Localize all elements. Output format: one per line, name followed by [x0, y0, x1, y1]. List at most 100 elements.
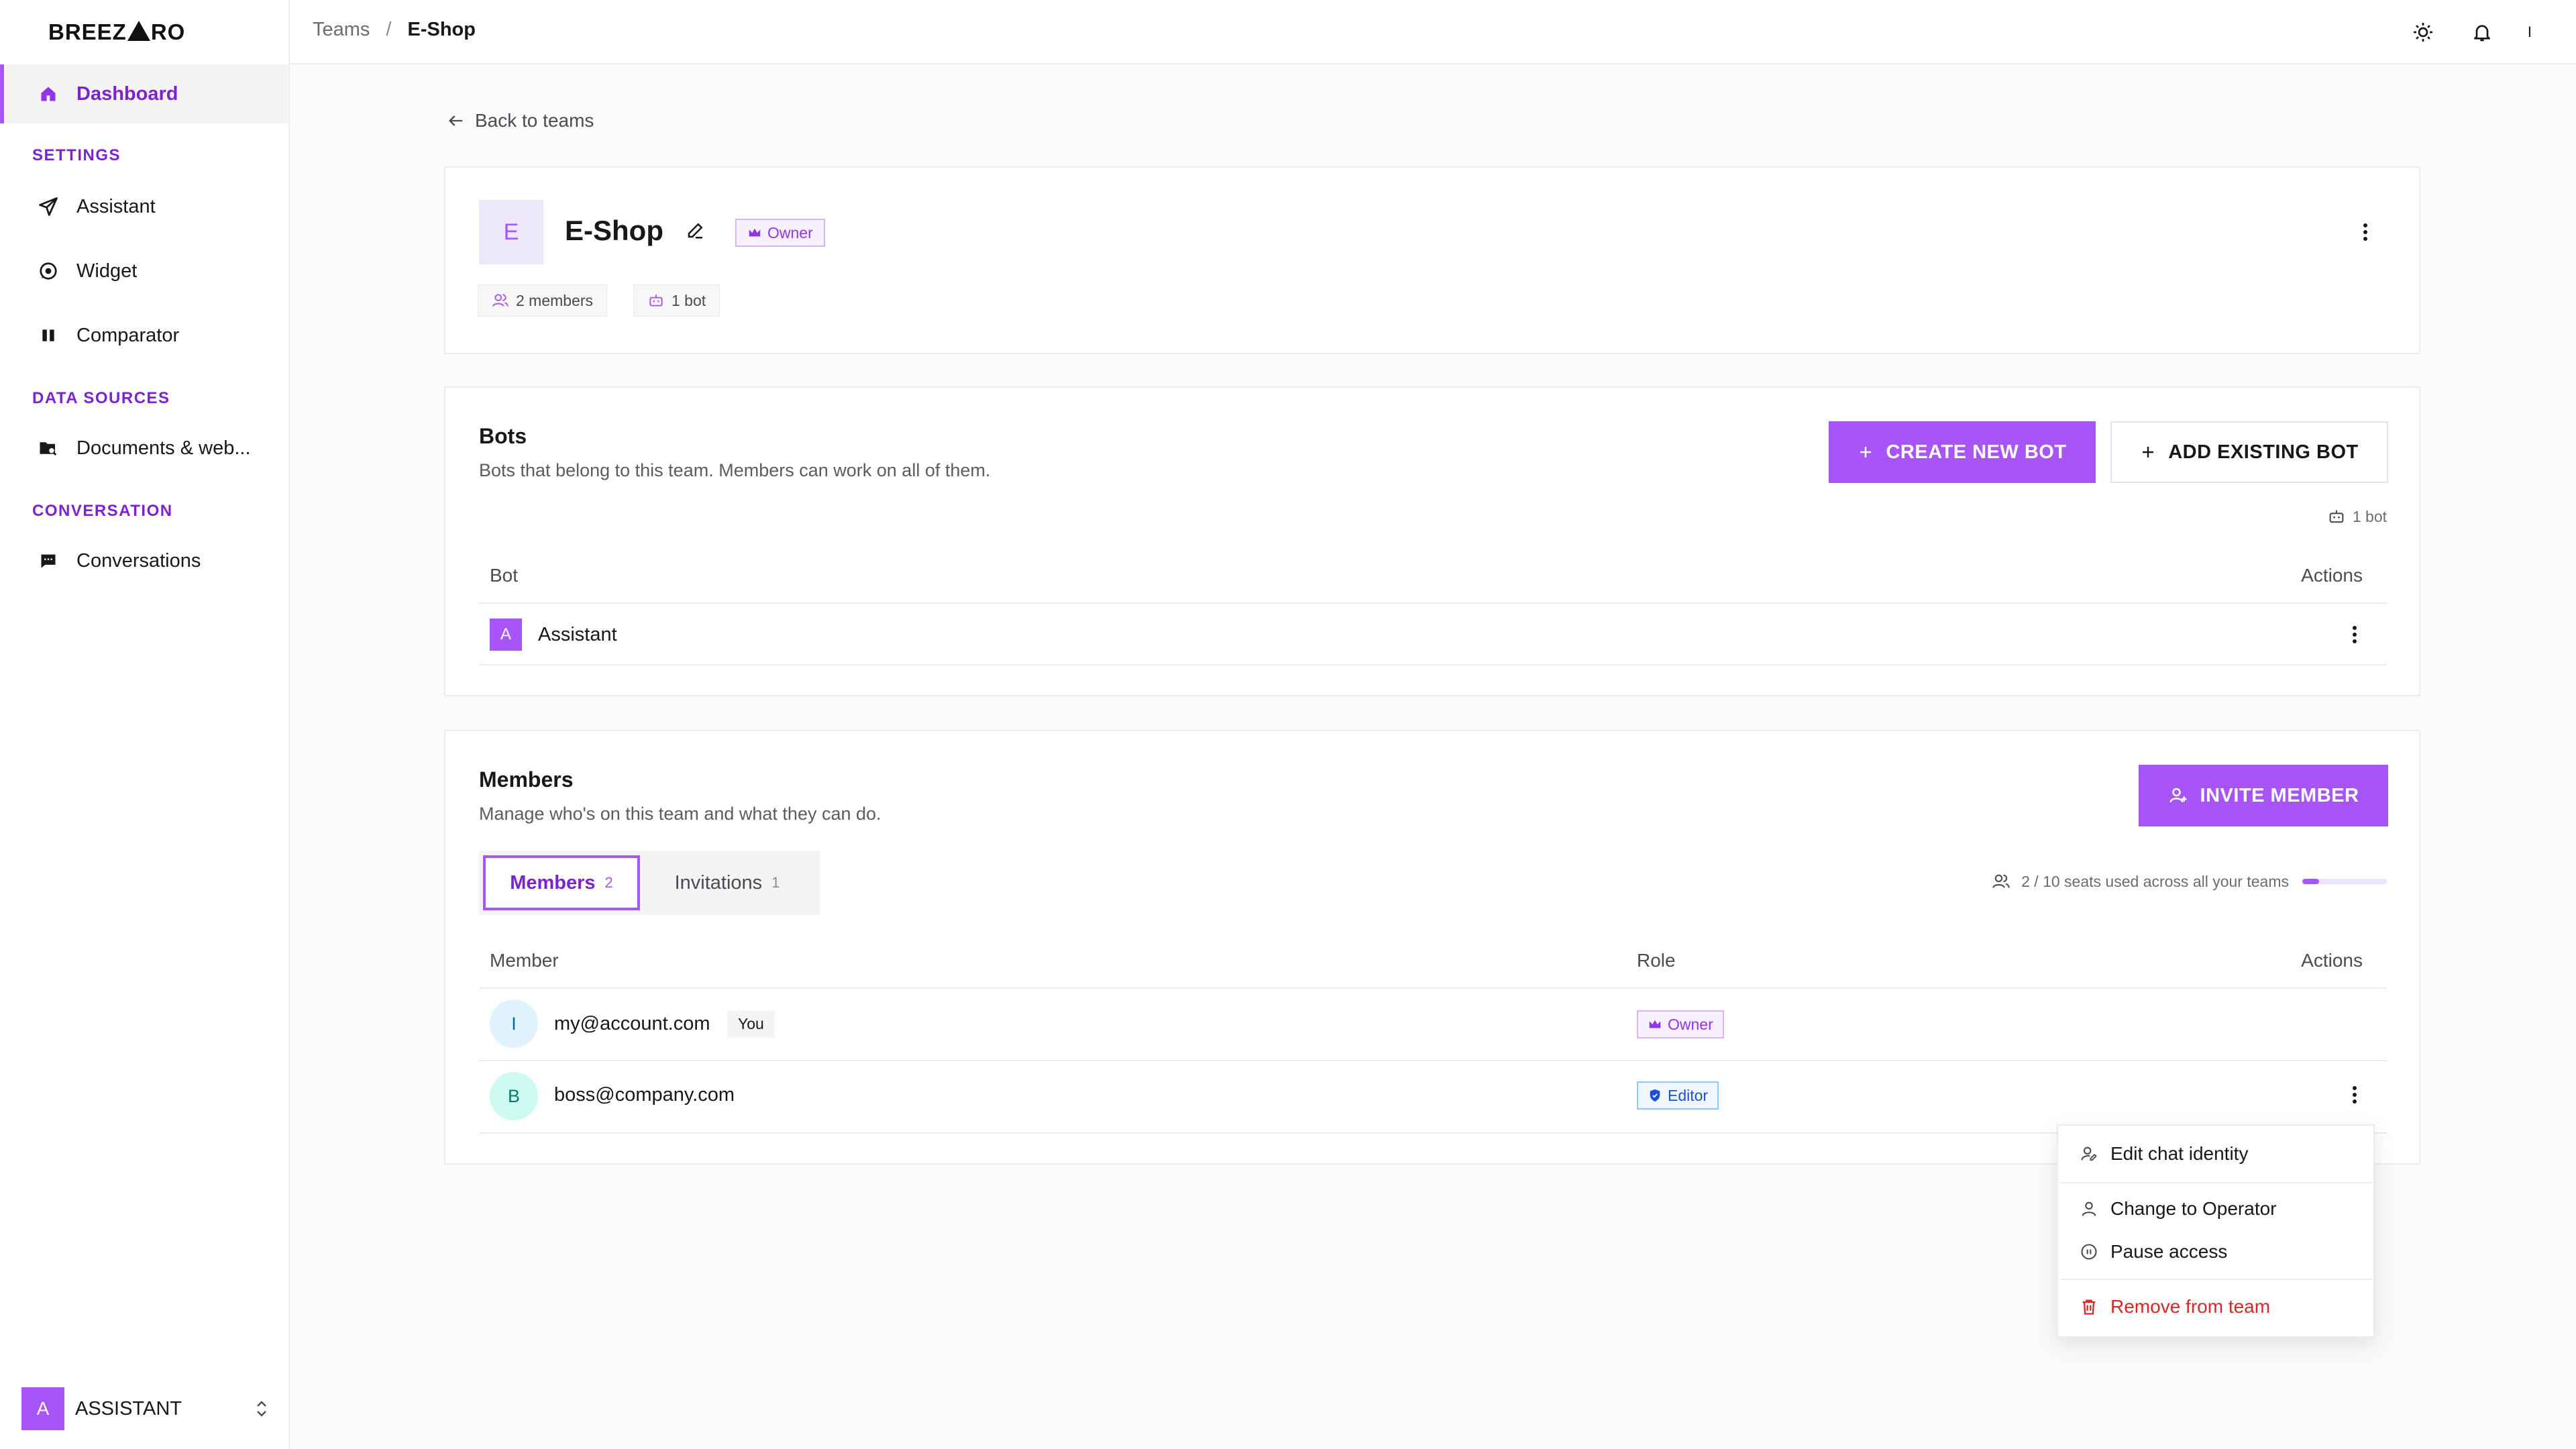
- role-label: Owner: [1668, 1015, 1713, 1033]
- team-more-icon[interactable]: [2352, 219, 2379, 246]
- you-badge: You: [727, 1010, 775, 1037]
- member-email: boss@company.com: [554, 1084, 735, 1106]
- invite-member-button[interactable]: INVITE MEMBER: [2139, 765, 2388, 826]
- sidebar-section-conversation: CONVERSATION: [32, 502, 173, 520]
- sidebar-section-settings: SETTINGS: [32, 146, 121, 164]
- col-header-actions: Actions: [2301, 565, 2363, 586]
- trash-icon: [2080, 1297, 2110, 1316]
- workspace-switcher[interactable]: A ASSISTANT: [21, 1387, 270, 1430]
- menu-item-remove-from-team[interactable]: Remove from team: [2058, 1285, 2373, 1328]
- team-role-badge: Owner: [735, 219, 825, 247]
- sidebar-item-widget[interactable]: Widget: [0, 241, 288, 301]
- menu-item-label: Change to Operator: [2110, 1198, 2277, 1219]
- logo-text-prefix: BREEZ: [48, 19, 127, 44]
- breadcrumb-separator: /: [386, 19, 392, 40]
- role-label: Editor: [1668, 1086, 1709, 1104]
- users-icon: [1992, 872, 2021, 891]
- role-label: Owner: [767, 223, 813, 241]
- bell-icon[interactable]: [2469, 19, 2496, 46]
- bot-icon: [2327, 507, 2353, 526]
- table-divider: [479, 602, 2387, 604]
- col-header-role: Role: [1637, 950, 1676, 971]
- members-card: Members Manage who's on this team and wh…: [444, 730, 2420, 1165]
- table-divider: [479, 664, 2387, 665]
- user-menu[interactable]: I: [2528, 23, 2532, 41]
- create-new-bot-label: CREATE NEW BOT: [1886, 441, 2067, 463]
- sidebar-item-label: Conversations: [76, 549, 201, 572]
- menu-divider: [2059, 1182, 2372, 1183]
- tab-members[interactable]: Members 2: [483, 855, 640, 910]
- col-header-member: Member: [490, 950, 559, 971]
- menu-item-edit-chat-identity[interactable]: Edit chat identity: [2058, 1132, 2373, 1175]
- team-avatar: E: [479, 200, 543, 264]
- menu-divider: [2059, 1279, 2372, 1280]
- sidebar: BREEZ RO Dashboard SETTINGS Assistant Wid…: [0, 0, 290, 1449]
- sidebar-item-documents[interactable]: Documents & web...: [0, 419, 288, 478]
- sidebar-item-conversations[interactable]: Conversations: [0, 531, 288, 590]
- seats-progress-bar: [2302, 879, 2387, 884]
- home-icon: [38, 83, 59, 105]
- members-title: Members: [479, 767, 574, 792]
- crown-icon: [747, 225, 767, 240]
- topbar-actions: I: [2410, 19, 2576, 46]
- tab-count: 1: [771, 874, 780, 891]
- menu-item-pause-access[interactable]: Pause access: [2058, 1230, 2373, 1273]
- sidebar-item-comparator[interactable]: Comparator: [0, 306, 288, 365]
- menu-item-label: Pause access: [2110, 1241, 2228, 1262]
- members-tabs: Members 2 Invitations 1: [479, 851, 820, 915]
- breadcrumb-teams[interactable]: Teams: [313, 19, 370, 41]
- sidebar-item-label: Widget: [76, 260, 138, 282]
- chat-bubble-icon: [38, 260, 59, 282]
- message-icon: [38, 550, 59, 572]
- add-existing-bot-label: ADD EXISTING BOT: [2168, 441, 2359, 463]
- menu-item-change-to-operator[interactable]: Change to Operator: [2058, 1187, 2373, 1230]
- topbar: Teams / E-Shop I: [290, 0, 2576, 64]
- members-count-chip: 2 members: [478, 284, 608, 317]
- member-actions-menu: Edit chat identity Change to Operator Pa…: [2057, 1124, 2375, 1338]
- bots-count-label: 1 bot: [672, 291, 706, 309]
- add-existing-bot-button[interactable]: ADD EXISTING BOT: [2110, 421, 2388, 483]
- seats-progress-fill: [2302, 879, 2320, 884]
- bot-row-more-icon[interactable]: [2341, 621, 2368, 648]
- crown-icon: [1648, 1017, 1668, 1032]
- members-subtitle: Manage who's on this team and what they …: [479, 804, 881, 824]
- pencil-icon[interactable]: [686, 220, 706, 240]
- sun-icon[interactable]: [2410, 19, 2436, 46]
- tab-invitations[interactable]: Invitations 1: [640, 855, 814, 910]
- bot-name[interactable]: Assistant: [538, 624, 617, 646]
- sidebar-item-assistant[interactable]: Assistant: [0, 177, 288, 236]
- menu-item-label: Remove from team: [2110, 1296, 2271, 1317]
- member-row-more-icon[interactable]: [2341, 1081, 2368, 1108]
- menu-item-label: Edit chat identity: [2110, 1143, 2249, 1164]
- bots-card: Bots Bots that belong to this team. Memb…: [444, 386, 2420, 696]
- bots-count-chip: 1 bot: [633, 284, 720, 317]
- sidebar-item-label: Comparator: [76, 324, 180, 346]
- breadcrumb-current: E-Shop: [407, 19, 476, 40]
- user-icon: [2080, 1199, 2110, 1218]
- pause-icon: [2080, 1242, 2110, 1261]
- seats-label: 2 / 10 seats used across all your teams: [2021, 872, 2289, 890]
- member-email: my@account.com: [554, 1013, 710, 1034]
- chevron-up-down-icon: [254, 1399, 270, 1419]
- tab-label: Members: [510, 871, 596, 894]
- table-divider: [479, 987, 2387, 989]
- columns-icon: [38, 325, 59, 346]
- bot-count-label: 1 bot: [2352, 507, 2387, 525]
- back-label: Back to teams: [475, 110, 594, 131]
- role-badge-editor: Editor: [1637, 1081, 1719, 1110]
- create-new-bot-button[interactable]: CREATE NEW BOT: [1829, 421, 2096, 483]
- team-header-card: E E-Shop Owner 2 members 1 bot: [444, 166, 2420, 354]
- back-to-teams-link[interactable]: Back to teams: [447, 110, 594, 131]
- bot-count: 1 bot: [2327, 507, 2387, 526]
- folder-search-icon: [38, 437, 59, 459]
- members-count-label: 2 members: [516, 291, 594, 309]
- app-logo[interactable]: BREEZ RO: [48, 19, 185, 46]
- col-header-bot: Bot: [490, 565, 519, 586]
- tab-label: Invitations: [674, 871, 763, 894]
- sidebar-item-dashboard[interactable]: Dashboard: [0, 64, 288, 123]
- sidebar-section-data-sources: DATA SOURCES: [32, 389, 170, 407]
- logo-triangle-icon: [127, 21, 150, 41]
- workspace-avatar: A: [21, 1387, 64, 1430]
- breadcrumb: Teams / E-Shop: [313, 19, 476, 41]
- user-plus-icon: [2168, 786, 2200, 806]
